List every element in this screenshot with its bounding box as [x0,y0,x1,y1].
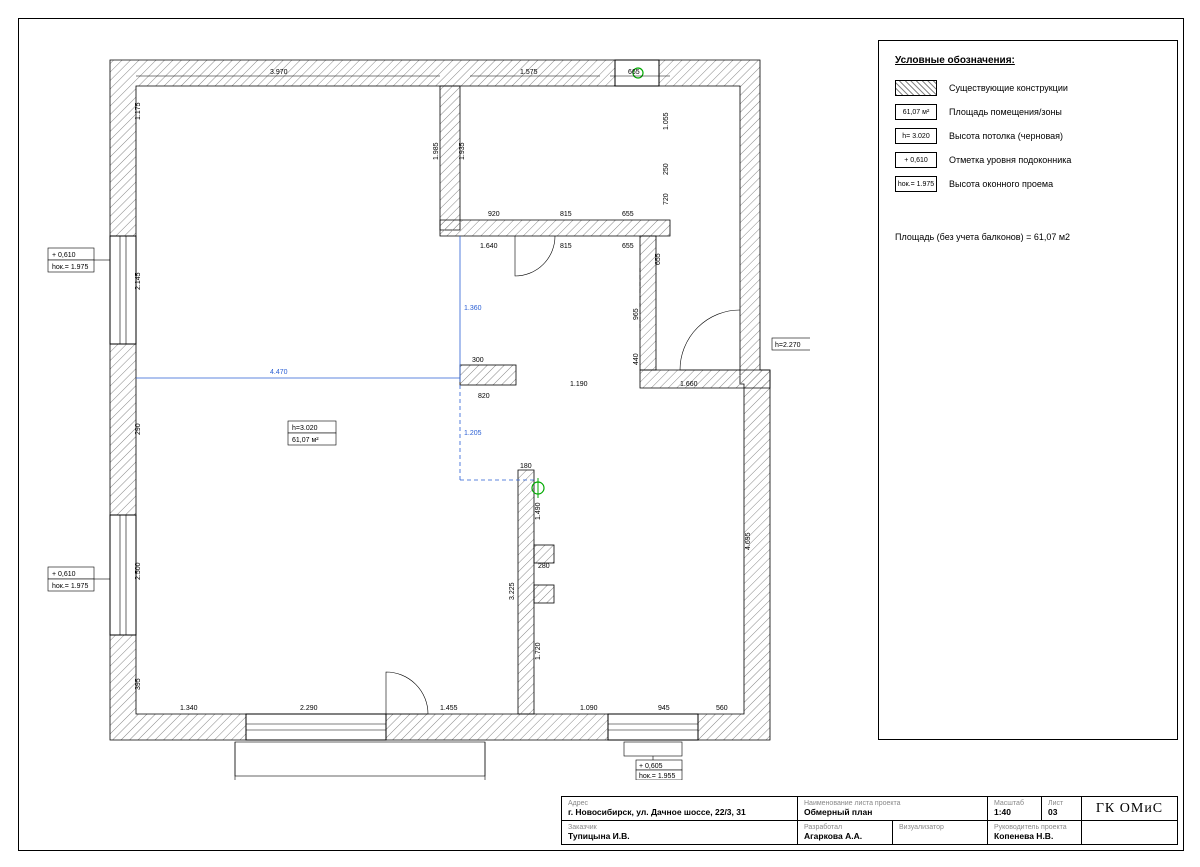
svg-text:965: 965 [633,308,640,320]
svg-text:290: 290 [135,423,142,435]
svg-text:+ 0,610: + 0,610 [52,571,76,578]
legend-item: hок.= 1.975 Высота оконного проема [895,176,1161,192]
svg-text:1.660: 1.660 [680,381,698,388]
title-block: Адрес г. Новосибирск, ул. Дачное шоссе, … [561,796,1178,845]
legend-symbol-winh: hок.= 1.975 [895,176,937,192]
svg-text:1.175: 1.175 [135,102,142,120]
legend-item: Существующие конструкции [895,80,1161,96]
svg-text:3.225: 3.225 [509,582,516,600]
legend-panel: Условные обозначения: Существующие конст… [878,40,1178,740]
svg-text:815: 815 [560,211,572,218]
svg-text:h=2.270: h=2.270 [775,342,801,349]
svg-text:440: 440 [633,353,640,365]
svg-text:820: 820 [478,393,490,400]
svg-text:280: 280 [538,563,550,570]
svg-text:2.500: 2.500 [135,562,142,580]
svg-text:1.190: 1.190 [570,381,588,388]
svg-text:655: 655 [655,253,662,265]
svg-text:720: 720 [663,193,670,205]
dim: 1.575 [520,69,538,76]
svg-text:300: 300 [472,357,484,364]
svg-text:1.640: 1.640 [480,243,498,250]
window-tag-left-1: + 0,610 hок.= 1.975 [48,248,110,272]
legend-symbol-hatch [895,80,937,96]
svg-text:+ 0,610: + 0,610 [52,252,76,259]
svg-text:1.455: 1.455 [440,705,458,712]
svg-text:945: 945 [658,705,670,712]
svg-text:1.090: 1.090 [580,705,598,712]
svg-text:hок.= 1.955: hок.= 1.955 [639,773,675,780]
svg-text:1.055: 1.055 [663,112,670,130]
svg-text:655: 655 [622,243,634,250]
legend-symbol-height: h= 3.020 [895,128,937,144]
svg-text:hок.= 1.975: hок.= 1.975 [52,583,88,590]
legend-symbol-sill: + 0,610 [895,152,937,168]
dim: 3.970 [270,69,288,76]
tb-scale: 1:40 [994,807,1035,817]
tb-lead: Копенева Н.В. [994,831,1075,841]
svg-text:815: 815 [560,243,572,250]
tb-client: Тупицына И.В. [568,831,791,841]
svg-text:1.985: 1.985 [433,142,440,160]
svg-text:655: 655 [622,211,634,218]
svg-text:250: 250 [663,163,670,175]
floorplan: 4.470 1.360 1.205 3.970 [40,40,810,780]
tb-developer: Агаркова А.А. [804,831,886,841]
svg-text:4.695: 4.695 [745,532,752,550]
svg-text:1.935: 1.935 [459,142,466,160]
svg-text:hок.= 1.975: hок.= 1.975 [52,264,88,271]
legend-item: h= 3.020 Высота потолка (черновая) [895,128,1161,144]
dim-blue-v2: 1.205 [464,430,482,437]
window-tag-bottom: + 0,605 hок.= 1.955 [636,756,682,780]
svg-text:2.145: 2.145 [135,272,142,290]
door-tag-right: h=2.270 [772,338,810,350]
tb-address: г. Новосибирск, ул. Дачное шоссе, 22/3, … [568,807,791,817]
svg-text:395: 395 [135,678,142,690]
svg-text:560: 560 [716,705,728,712]
dim-blue-v1: 1.360 [464,305,482,312]
legend-symbol-area: 61,07 м² [895,104,937,120]
tb-sheetname: Обмерный план [804,807,981,817]
logo: ГК ОМиС [1096,801,1163,817]
dim-blue-h: 4.470 [270,369,288,376]
dim: 665 [628,69,640,76]
legend-item: 61,07 м² Площадь помещения/зоны [895,104,1161,120]
room-tags: h=3.020 61,07 м² [288,421,336,445]
svg-text:+ 0,605: + 0,605 [639,763,663,770]
svg-text:2.290: 2.290 [300,705,318,712]
legend-item: + 0,610 Отметка уровня подоконника [895,152,1161,168]
svg-text:1.490: 1.490 [535,502,542,520]
page: 4.470 1.360 1.205 3.970 [0,0,1200,867]
svg-text:180: 180 [520,463,532,470]
svg-text:1.340: 1.340 [180,705,198,712]
svg-text:1.720: 1.720 [535,642,542,660]
legend-area-note: Площадь (без учета балконов) = 61,07 м2 [895,232,1161,242]
window-tag-left-2: + 0,610 hок.= 1.975 [48,567,110,591]
tb-sheet: 03 [1048,807,1075,817]
svg-text:61,07 м²: 61,07 м² [292,437,319,444]
svg-text:h=3.020: h=3.020 [292,425,318,432]
legend-title: Условные обозначения: [895,55,1161,66]
svg-text:920: 920 [488,211,500,218]
